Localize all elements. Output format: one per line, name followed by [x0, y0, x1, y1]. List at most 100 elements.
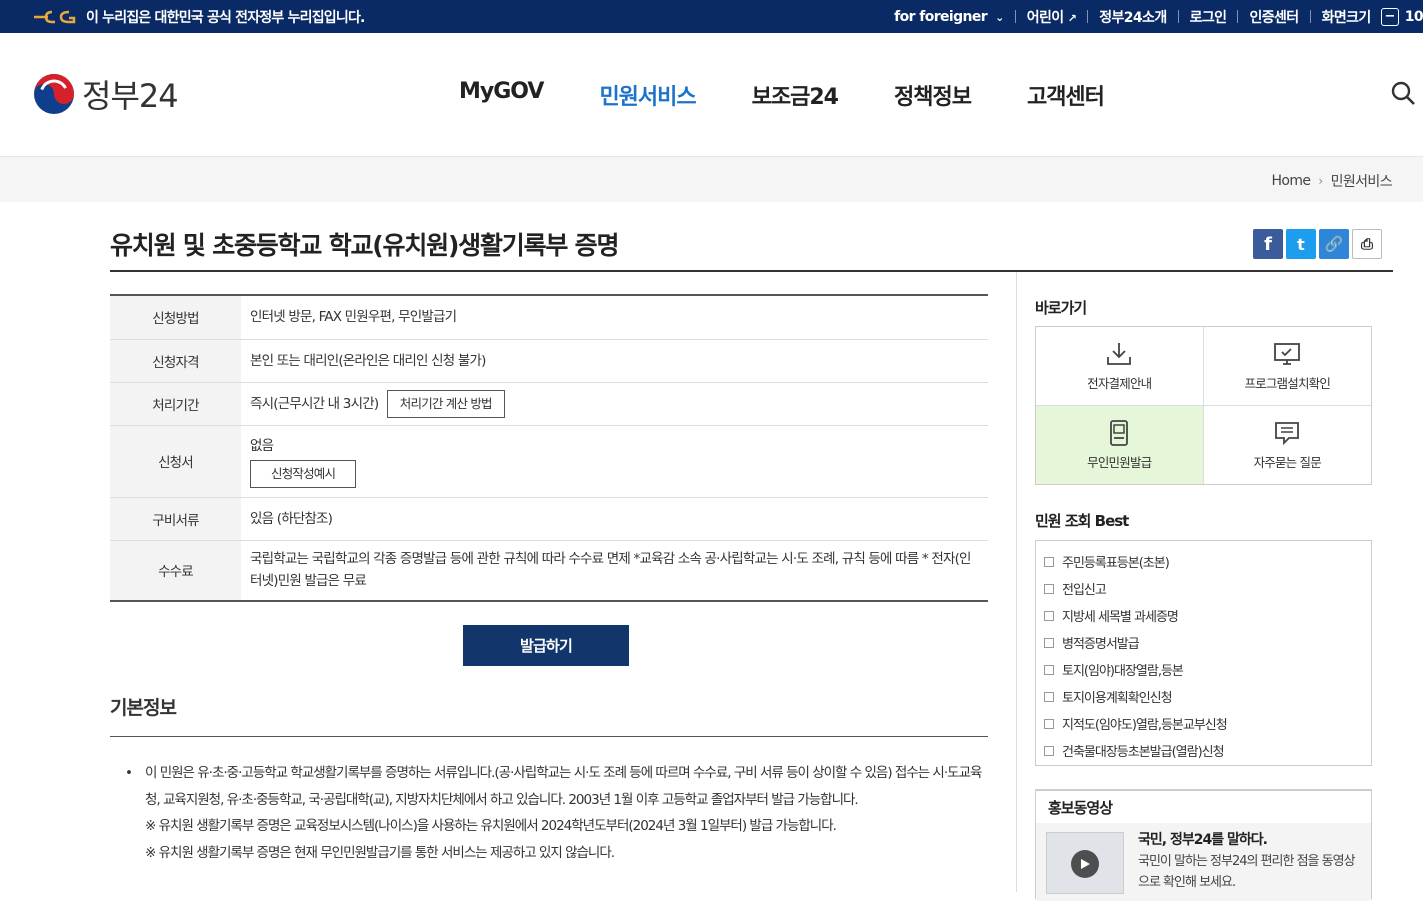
list-item[interactable]: 지방세 세목별 과세증명 [1044, 602, 1371, 629]
kids-label: 어린이 [1026, 9, 1064, 26]
row-label-eligibility: 신청자격 [110, 339, 241, 383]
quick-link-kiosk[interactable]: 무인민원발급 [1036, 405, 1204, 484]
monitor-icon [1274, 343, 1301, 366]
chat-icon [1275, 422, 1300, 446]
zoom-value: 10 [1404, 8, 1423, 25]
application-example-button[interactable]: 신청작성예시 [250, 459, 357, 488]
processing-time-calc-button[interactable]: 처리기간 계산 방법 [386, 389, 505, 418]
promo-video-body[interactable]: 국민, 정부24를 말하다. 국민이 말하는 정부24의 편리한 점을 동영상으… [1036, 823, 1371, 901]
quick-link-label: 자주묻는 질문 [1253, 455, 1322, 471]
utility-links: for foreigner ⌄ 어린이 ↗ 정부24소개 로그인 인증센터 화면크기… [894, 0, 1423, 33]
play-icon[interactable] [1071, 850, 1099, 878]
best-item-label: 토지(임야)대장열람,등본 [1062, 664, 1184, 679]
kiosk-icon [1110, 420, 1129, 447]
share-tools: f t 🔗 ⎙ [1253, 229, 1385, 259]
promo-video-text: 국민, 정부24를 말하다. 국민이 말하는 정부24의 편리한 점을 동영상으… [1138, 830, 1364, 893]
quick-link-label: 전자결제안내 [1087, 376, 1152, 392]
row-value-required-docs: 있음 (하단참조) [241, 497, 988, 541]
print-icon[interactable]: ⎙ [1352, 229, 1382, 259]
quick-link-program-check[interactable]: 프로그램설치확인 [1203, 327, 1371, 406]
table-row: 처리기간 즉시(근무시간 내 3시간) 처리기간 계산 방법 [110, 382, 988, 426]
list-item[interactable]: 병적증명서발급 [1044, 629, 1371, 656]
main-nav: MyGOV 민원서비스 보조금24 정책정보 고객센터 [459, 79, 1160, 111]
table-row: 신청방법 인터넷 방문, FAX 민원우편, 무인발급기 [110, 295, 988, 340]
quick-links-grid: 전자결제안내 프로그램설치확인 무인민원발급 자주묻는 질문 [1035, 326, 1372, 485]
nav-policy-info[interactable]: 정책정보 [894, 79, 972, 111]
row-value-application-form-cell: 없음 신청작성예시 [241, 425, 988, 498]
checkbox-icon [1044, 718, 1054, 729]
row-value-processing-time-cell: 즉시(근무시간 내 3시간) 처리기간 계산 방법 [241, 382, 988, 426]
twitter-share-icon[interactable]: t [1286, 229, 1316, 259]
taegeuk-logo-icon [34, 74, 74, 114]
nav-civil-service[interactable]: 민원서비스 [599, 79, 696, 111]
checkbox-icon [1044, 610, 1054, 621]
breadcrumb-bar: Home › 민원서비스 [0, 156, 1423, 202]
promo-video-thumbnail[interactable] [1046, 832, 1124, 894]
gov24-logo[interactable]: 정부24 [32, 71, 179, 117]
checkbox-icon [1044, 664, 1054, 675]
nav-subsidy24[interactable]: 보조금24 [752, 79, 839, 111]
row-value-application-form: 없음 [250, 437, 274, 454]
zoom-out-button[interactable]: − [1380, 7, 1399, 26]
divider [1014, 10, 1016, 23]
row-value-processing-time: 즉시(근무시간 내 3시간) [250, 395, 379, 412]
nav-mygov[interactable]: MyGOV [459, 79, 544, 111]
best-item-label: 토지이용계획확인신청 [1062, 691, 1173, 706]
row-value-eligibility: 본인 또는 대리인(온라인은 대리인 신청 불가) [241, 339, 988, 383]
row-label-application-form: 신청서 [110, 425, 241, 498]
list-item[interactable]: 건축물대장등초본발급(열람)신청 [1044, 737, 1371, 764]
row-label-required-docs: 구비서류 [110, 497, 241, 541]
row-label-fee: 수수료 [110, 540, 241, 602]
quick-links-title: 바로가기 [1035, 299, 1087, 317]
egovernment-logo-icon [34, 10, 76, 23]
official-notice: 이 누리집은 대한민국 공식 전자정부 누리집입니다. [32, 0, 365, 33]
row-value-fee: 국립학교는 국립학교의 각종 증명발급 등에 관한 규칙에 따라 수수료 면제 … [241, 540, 988, 602]
table-row: 신청자격 본인 또는 대리인(온라인은 대리인 신청 불가) [110, 339, 988, 383]
basic-info-bullet-text: 이 민원은 유·초·중·고등학교 학교생활기록부를 증명하는 서류입니다.(공·… [145, 765, 982, 808]
row-value-apply-method: 인터넷 방문, FAX 민원우편, 무인발급기 [241, 295, 988, 340]
for-foreigner-label: for foreigner [894, 8, 988, 25]
kids-link[interactable]: 어린이 ↗ [1026, 7, 1077, 27]
facebook-share-icon[interactable]: f [1253, 229, 1283, 259]
table-row: 신청서 없음 신청작성예시 [110, 425, 988, 498]
list-item[interactable]: 전입신고 [1044, 575, 1371, 602]
basic-info-content: • 이 민원은 유·초·중·고등학교 학교생활기록부를 증명하는 서류입니다.(공… [125, 760, 985, 866]
nav-customer-center[interactable]: 고객센터 [1027, 79, 1105, 111]
basic-info-bullet: • 이 민원은 유·초·중·고등학교 학교생활기록부를 증명하는 서류입니다.(공… [125, 760, 985, 813]
breadcrumb-home[interactable]: Home [1271, 173, 1311, 189]
chevron-right-icon: › [1318, 174, 1323, 188]
table-row: 수수료 국립학교는 국립학교의 각종 증명발급 등에 관한 규칙에 따라 수수료… [110, 540, 988, 602]
search-icon[interactable] [1390, 80, 1416, 106]
basic-info-title: 기본정보 [110, 697, 177, 719]
list-item[interactable]: 주민등록표등본(초본) [1044, 548, 1371, 575]
promo-video-description: 국민이 말하는 정부24의 편리한 점을 동영상으로 확인해 보세요. [1138, 854, 1356, 890]
best-item-label: 건축물대장등초본발급(열람)신청 [1062, 745, 1225, 760]
divider [1177, 10, 1179, 23]
top-utility-bar: 이 누리집은 대한민국 공식 전자정부 누리집입니다. for foreigne… [0, 0, 1423, 33]
breadcrumb-current[interactable]: 민원서비스 [1331, 171, 1393, 191]
list-item[interactable]: 지적도(임야도)열람,등본교부신청 [1044, 710, 1371, 737]
list-item[interactable]: 토지이용계획확인신청 [1044, 683, 1371, 710]
row-label-processing-time: 처리기간 [110, 382, 241, 426]
quick-link-faq[interactable]: 자주묻는 질문 [1204, 406, 1372, 485]
quick-link-payment-guide[interactable]: 전자결제안내 [1036, 327, 1204, 406]
breadcrumb: Home › 민원서비스 [1271, 171, 1392, 191]
for-foreigner-link[interactable]: for foreigner ⌄ [894, 9, 1004, 25]
list-item[interactable]: 토지(임야)대장열람,등본 [1044, 656, 1371, 683]
checkbox-icon [1044, 691, 1054, 702]
bullet-dot: • [125, 765, 133, 781]
promo-video-headline: 국민, 정부24를 말하다. [1138, 832, 1268, 848]
login-link[interactable]: 로그인 [1190, 7, 1227, 27]
certificate-center-link[interactable]: 인증센터 [1249, 7, 1299, 27]
issue-button[interactable]: 발급하기 [463, 625, 629, 666]
promo-video-box: 홍보동영상 국민, 정부24를 말하다. 국민이 말하는 정부24의 편리한 점… [1035, 789, 1372, 901]
about-gov24-link[interactable]: 정부24소개 [1099, 7, 1167, 27]
site-header: 정부24 MyGOV 민원서비스 보조금24 정책정보 고객센터 [0, 33, 1423, 156]
divider [1087, 10, 1089, 23]
section-divider [110, 736, 988, 737]
external-link-icon: ↗ [1067, 11, 1077, 25]
download-icon [1107, 343, 1132, 366]
copy-link-icon[interactable]: 🔗 [1319, 229, 1349, 259]
chevron-down-icon: ⌄ [995, 10, 1004, 24]
basic-info-note-1: ※ 유치원 생활기록부 증명은 교육정보시스템(나이스)을 사용하는 유치원에서… [145, 818, 837, 834]
